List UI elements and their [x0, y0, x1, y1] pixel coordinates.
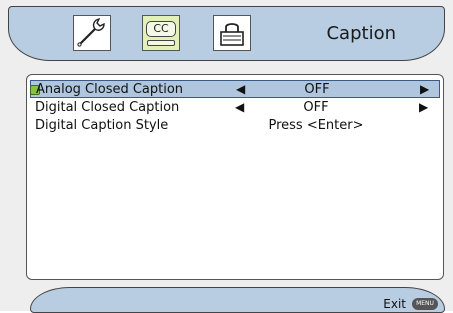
tab-setup[interactable]	[73, 15, 111, 51]
wrench-icon	[77, 18, 105, 47]
tab-caption[interactable]: CC	[142, 15, 180, 51]
tab-caption-label: CC	[146, 20, 176, 37]
menu-item-digital-caption-style[interactable]: Digital Caption Style Press <Enter>	[30, 117, 440, 135]
menu-panel: Analog Closed Caption ◀ OFF ▶ Digital Cl…	[26, 74, 444, 280]
menu-item-label: Digital Closed Caption	[35, 100, 180, 115]
osd-menu: CC Caption Analog Closed Caption ◀ OFF ▶…	[0, 0, 453, 313]
right-arrow-icon[interactable]: ▶	[420, 82, 429, 96]
menu-item-value: Press <Enter>	[268, 118, 364, 133]
menu-item-analog-closed-caption[interactable]: Analog Closed Caption ◀ OFF ▶	[30, 80, 440, 98]
tab-lock[interactable]	[213, 15, 251, 51]
caption-bar-shape	[147, 39, 175, 46]
menu-item-value: OFF	[304, 82, 330, 97]
left-arrow-icon[interactable]: ◀	[236, 82, 245, 96]
right-arrow-icon[interactable]: ▶	[419, 100, 428, 114]
left-arrow-icon[interactable]: ◀	[235, 100, 244, 114]
exit-label[interactable]: Exit	[383, 297, 406, 311]
page-title: Caption	[326, 23, 396, 44]
menu-item-label: Digital Caption Style	[35, 118, 169, 133]
header-bar: CC Caption	[8, 6, 445, 61]
lock-icon	[220, 23, 244, 46]
closed-caption-icon: CC	[146, 20, 176, 46]
menu-item-label: Analog Closed Caption	[36, 82, 184, 97]
menu-item-digital-closed-caption[interactable]: Digital Closed Caption ◀ OFF ▶	[30, 99, 440, 117]
menu-button-icon[interactable]: MENU	[412, 298, 438, 310]
menu-item-value: OFF	[303, 100, 329, 115]
footer-bar: Exit MENU	[30, 287, 445, 313]
